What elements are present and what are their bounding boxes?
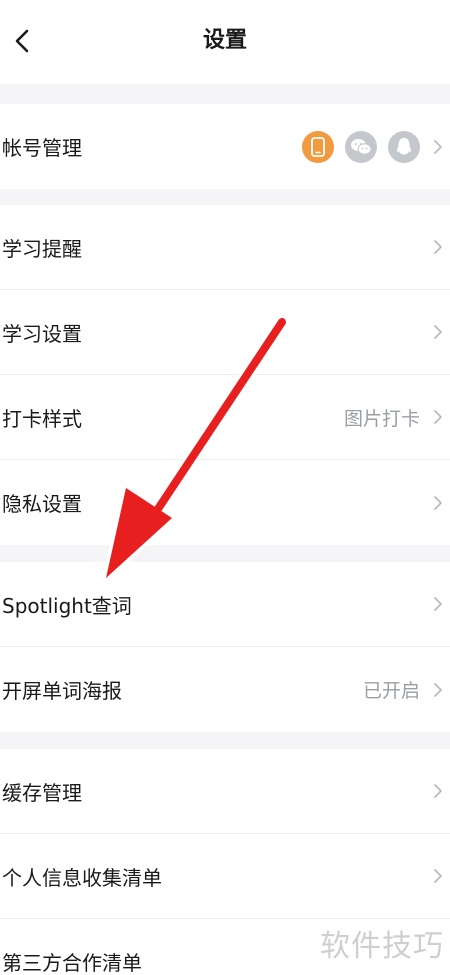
privacy-settings-label: 隐私设置 [2, 492, 82, 516]
account-management-label: 帐号管理 [2, 136, 82, 160]
chevron-right-icon [434, 495, 442, 510]
chevron-right-icon [434, 869, 442, 883]
account-management-row[interactable]: 帐号管理 [0, 104, 450, 189]
phone-icon [302, 130, 334, 163]
cache-management-label: 缓存管理 [2, 780, 82, 805]
chevron-right-icon [434, 240, 442, 254]
checkin-style-value: 图片打卡 [343, 407, 420, 430]
chevron-right-icon [434, 139, 442, 154]
nav-bar: 设置 [0, 0, 450, 84]
lookup-group: Spotlight查词 开屏单词海报 已开启 [0, 562, 450, 732]
personal-info-list-row[interactable]: 个人信息收集清单 [0, 834, 450, 919]
cache-management-row[interactable]: 缓存管理 [0, 749, 450, 834]
linked-accounts [302, 130, 420, 163]
personal-info-list-label: 个人信息收集清单 [2, 865, 162, 890]
study-reminder-label: 学习提醒 [2, 236, 82, 261]
privacy-settings-row[interactable]: 隐私设置 [0, 460, 450, 545]
wechat-icon [345, 130, 377, 163]
checkin-style-label: 打卡样式 [2, 406, 82, 431]
page-title: 设置 [202, 28, 247, 53]
chevron-right-icon [434, 410, 442, 424]
splash-word-poster-row[interactable]: 开屏单词海报 已开启 [0, 647, 450, 732]
spotlight-lookup-label: Spotlight查词 [2, 593, 132, 618]
chevron-right-icon [434, 682, 442, 697]
study-settings-label: 学习设置 [2, 321, 82, 346]
study-settings-row[interactable]: 学习设置 [0, 290, 450, 375]
study-group: 学习提醒 学习设置 打卡样式 图片打卡 隐私设置 [0, 205, 450, 545]
study-reminder-row[interactable]: 学习提醒 [0, 205, 450, 290]
chevron-right-icon [434, 784, 442, 798]
checkin-style-row[interactable]: 打卡样式 图片打卡 [0, 375, 450, 460]
watermark: 软件技巧 [320, 929, 444, 964]
spotlight-lookup-row[interactable]: Spotlight查词 [0, 562, 450, 647]
splash-word-poster-label: 开屏单词海报 [2, 679, 122, 703]
chevron-right-icon [434, 597, 442, 611]
splash-word-poster-value: 已开启 [362, 680, 420, 702]
chevron-right-icon [434, 325, 442, 339]
qq-icon [388, 130, 420, 163]
account-group: 帐号管理 [0, 104, 450, 189]
